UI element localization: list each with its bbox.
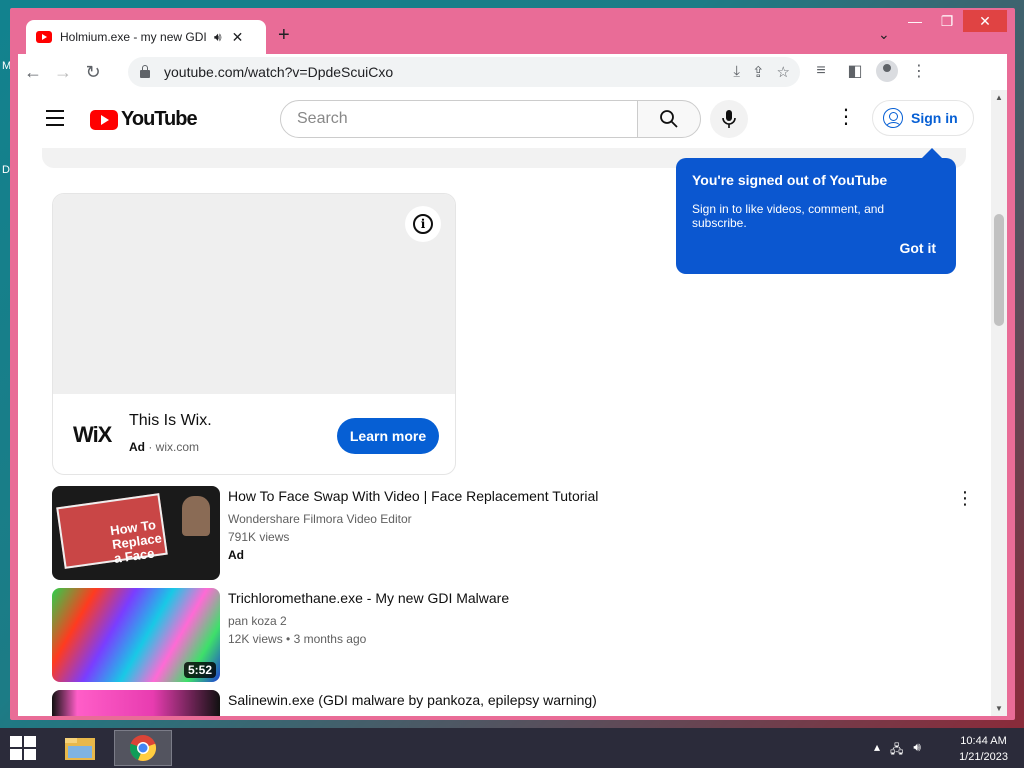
address-bar[interactable]: youtube.com/watch?v=DpdeScuiCxo ⤓ ⇪ ☆ <box>128 57 800 87</box>
youtube-play-icon <box>90 109 118 130</box>
wix-logo: WiX <box>73 422 112 447</box>
ad-info-button[interactable]: i <box>405 206 441 242</box>
clock-time: 10:44 AM <box>960 735 1007 747</box>
video-title[interactable]: How To Face Swap With Video | Face Repla… <box>228 488 598 504</box>
side-panel-icon[interactable]: ◧ <box>842 61 868 81</box>
youtube-logo-text: YouTube <box>121 108 198 130</box>
search-icon <box>660 110 678 128</box>
scrollbar-thumb[interactable] <box>994 214 1004 326</box>
video-views: 791K views <box>228 530 290 544</box>
system-tray: ▴ 🖧 🔊︎ <box>874 740 921 761</box>
ad-media[interactable]: i <box>53 194 455 394</box>
microphone-icon <box>722 110 736 128</box>
page-viewport: YouTube Search ⋮ Sign in You're signed o… <box>18 90 1007 716</box>
volume-icon[interactable]: 🔊︎ <box>913 740 921 761</box>
windows-logo-tile <box>24 736 36 747</box>
taskbar: ▴ 🖧 🔊︎ 10:44 AM 1/21/2023 <box>0 728 1024 768</box>
video-age: 3 months ago <box>293 632 367 646</box>
chrome-taskbar-button[interactable] <box>114 730 172 766</box>
back-arrow-icon[interactable]: ← <box>18 62 48 83</box>
close-tab-icon[interactable]: ✕ <box>232 29 244 46</box>
forward-arrow-icon[interactable]: → <box>48 62 78 83</box>
desktop-icon-label[interactable]: D <box>2 164 10 176</box>
youtube-logo[interactable]: YouTube <box>90 108 198 131</box>
tab-search-chevron-icon[interactable]: ⌄ <box>878 26 890 43</box>
video-item[interactable]: How To Replace a Face How To Face Swap W… <box>52 486 974 582</box>
video-menu-kebab-icon[interactable]: ⋮ <box>956 488 974 509</box>
ad-title[interactable]: This Is Wix. <box>129 412 212 430</box>
video-title[interactable]: Salinewin.exe (GDI malware by pankoza, e… <box>228 692 597 708</box>
windows-logo-tile <box>24 749 36 760</box>
media-queue-icon[interactable]: ≡ <box>808 62 834 80</box>
tab-strip: Holmium.exe - my new GDI Malware 🔊︎ ✕ + … <box>10 8 1015 54</box>
page-scrollbar[interactable]: ▲ ▼ <box>991 90 1007 716</box>
video-channel[interactable]: Wondershare Filmora Video Editor <box>228 512 412 526</box>
video-thumbnail[interactable] <box>52 690 220 716</box>
maximize-button[interactable]: ❐ <box>931 10 963 32</box>
popup-title: You're signed out of YouTube <box>692 172 888 188</box>
reload-icon[interactable]: ↻ <box>78 62 108 83</box>
video-thumbnail[interactable]: 5:52 <box>52 588 220 682</box>
youtube-favicon-icon <box>36 31 52 43</box>
show-hidden-icons-icon[interactable]: ▴ <box>874 740 880 761</box>
network-icon[interactable]: 🖧 <box>890 740 903 761</box>
share-icon[interactable]: ⇪ <box>752 63 765 81</box>
got-it-button[interactable]: Got it <box>899 240 936 256</box>
sign-in-label: Sign in <box>911 110 958 126</box>
browser-window: Holmium.exe - my new GDI Malware 🔊︎ ✕ + … <box>10 8 1015 720</box>
browser-toolbar: ← → ↻ youtube.com/watch?v=DpdeScuiCxo ⤓ … <box>18 54 1007 90</box>
clock-date: 1/21/2023 <box>959 751 1008 763</box>
voice-search-button[interactable] <box>710 100 748 138</box>
toolbar-right: ≡ ◧ ⋮ <box>808 60 932 82</box>
scroll-up-arrow-icon[interactable]: ▲ <box>995 93 1003 102</box>
tab-active[interactable]: Holmium.exe - my new GDI Malware 🔊︎ ✕ <box>26 20 266 54</box>
minimize-button[interactable]: — <box>899 10 931 32</box>
thumbnail-person <box>182 496 210 536</box>
account-circle-icon <box>883 108 903 128</box>
install-app-icon[interactable]: ⤓ <box>733 63 740 81</box>
window-controls: — ❐ ✕ <box>899 10 1007 32</box>
windows-logo-tile <box>10 749 22 760</box>
popup-body: Sign in to like videos, comment, and sub… <box>692 202 885 230</box>
speaker-icon[interactable]: 🔊︎ <box>214 30 222 45</box>
search-input[interactable]: Search <box>280 100 638 138</box>
lock-icon[interactable] <box>140 65 150 78</box>
close-window-button[interactable]: ✕ <box>963 10 1007 32</box>
chrome-icon <box>129 735 157 762</box>
signed-out-popup: You're signed out of YouTube Sign in to … <box>676 148 956 274</box>
search-button[interactable] <box>637 100 701 138</box>
profile-avatar-icon[interactable] <box>876 60 898 82</box>
thumbnail-text: How To Replace a Face <box>109 516 163 566</box>
video-channel[interactable]: pan koza 2 <box>228 614 287 628</box>
scroll-down-arrow-icon[interactable]: ▼ <box>995 704 1003 713</box>
video-views: 12K views <box>228 632 283 646</box>
file-explorer-icon[interactable] <box>62 734 98 762</box>
omnibox-actions: ⤓ ⇪ ☆ <box>733 63 790 81</box>
video-duration: 5:52 <box>183 662 216 678</box>
start-button[interactable] <box>10 736 38 760</box>
bookmark-star-icon[interactable]: ☆ <box>777 63 790 81</box>
video-item[interactable]: 5:52 Trichloromethane.exe - My new GDI M… <box>52 588 972 684</box>
video-meta: 12K views • 3 months ago <box>228 632 367 646</box>
hamburger-menu-icon[interactable] <box>46 110 64 131</box>
youtube-header: YouTube Search ⋮ Sign in <box>18 90 991 148</box>
settings-kebab-icon[interactable]: ⋮ <box>836 104 856 129</box>
video-thumbnail[interactable]: How To Replace a Face <box>52 486 220 580</box>
windows-logo-tile <box>10 736 22 747</box>
video-item[interactable]: Salinewin.exe (GDI malware by pankoza, e… <box>52 690 972 716</box>
url-text[interactable]: youtube.com/watch?v=DpdeScuiCxo <box>164 64 393 80</box>
video-title[interactable]: Trichloromethane.exe - My new GDI Malwar… <box>228 590 509 606</box>
menu-kebab-icon[interactable]: ⋮ <box>906 61 932 81</box>
tab-title: Holmium.exe - my new GDI Malware <box>60 30 208 44</box>
ad-meta: Ad · wix.com <box>129 440 200 454</box>
info-icon: i <box>413 214 433 234</box>
learn-more-button[interactable]: Learn more <box>337 418 439 454</box>
ad-domain: wix.com <box>155 440 200 454</box>
taskbar-clock[interactable]: 10:44 AM 1/21/2023 <box>959 733 1008 765</box>
ad-card[interactable]: i WiX This Is Wix. Ad · wix.com Learn mo… <box>52 193 456 475</box>
sign-in-button[interactable]: Sign in <box>872 100 974 136</box>
ad-badge: Ad <box>228 548 244 562</box>
new-tab-button[interactable]: + <box>278 24 290 47</box>
ad-label: Ad <box>129 440 145 454</box>
